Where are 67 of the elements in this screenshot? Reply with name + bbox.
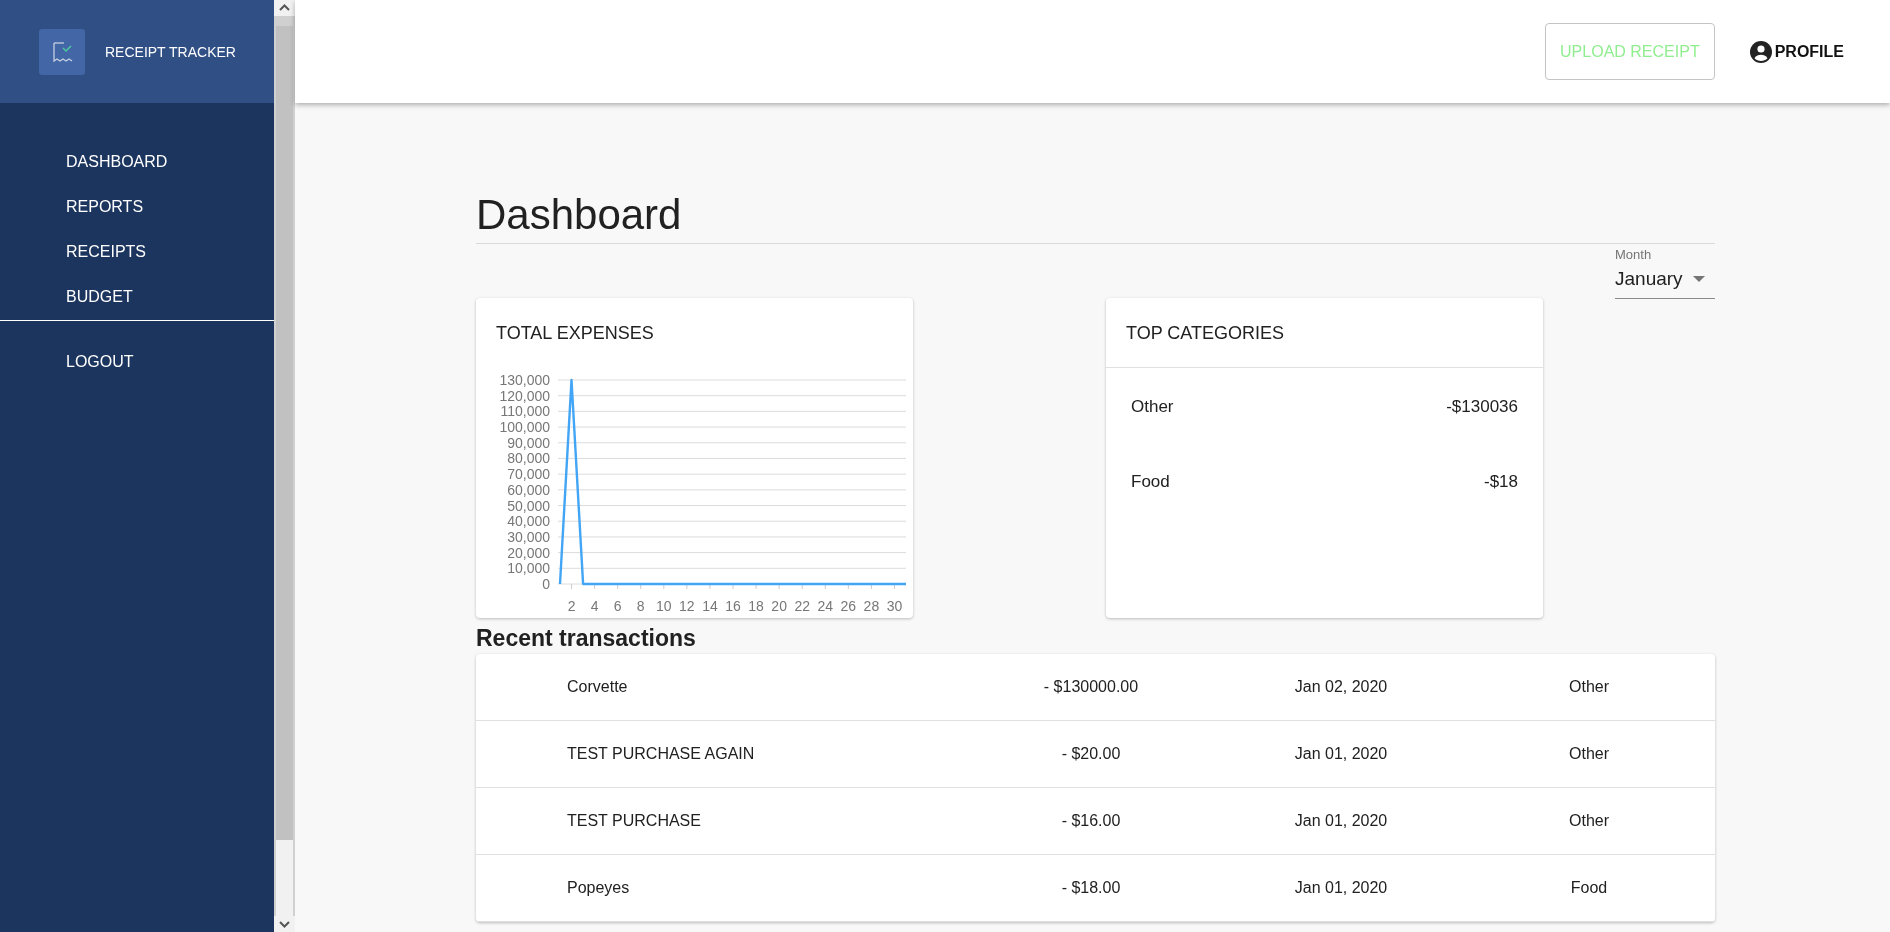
axis-label: 70,000 bbox=[507, 466, 550, 483]
axis-label: 18 bbox=[748, 598, 764, 614]
axis-label: 8 bbox=[636, 598, 645, 614]
axis-label: 12 bbox=[679, 598, 695, 614]
scrollbar[interactable] bbox=[274, 0, 295, 932]
axis-label: 40,000 bbox=[507, 513, 550, 530]
category-amount: -$130036 bbox=[1446, 396, 1518, 417]
axis-label: 50,000 bbox=[507, 497, 550, 514]
axis-label: 20,000 bbox=[507, 544, 550, 561]
nav-item[interactable]: BUDGET bbox=[0, 274, 199, 319]
table-cell-text: TEST PURCHASE bbox=[566, 812, 702, 830]
axis-label: 2 bbox=[567, 598, 576, 614]
axis-label: 10,000 bbox=[507, 560, 550, 577]
page-title: Dashboard bbox=[476, 191, 1715, 244]
table-cell-text: - $16.00 bbox=[1060, 812, 1122, 830]
axis-label: 10 bbox=[656, 598, 672, 614]
table-cell-text: Food bbox=[1569, 879, 1609, 897]
table-cell-text: Jan 01, 2020 bbox=[1293, 745, 1389, 763]
axis-label: 130,000 bbox=[499, 372, 550, 388]
card-title: TOTAL EXPENSES bbox=[495, 322, 655, 345]
axis-label: 6 bbox=[613, 598, 622, 614]
category-name: Other bbox=[1131, 396, 1174, 417]
table-cell-text: - $20.00 bbox=[1060, 745, 1122, 763]
axis-label: 28 bbox=[863, 598, 880, 614]
axis-label: 80,000 bbox=[507, 450, 550, 467]
profile-button[interactable]: PROFILE bbox=[1748, 39, 1844, 64]
logout-link[interactable]: LOGOUT bbox=[0, 339, 200, 384]
table-cell-text: - $130000.00 bbox=[1042, 678, 1140, 696]
nav-item[interactable]: REPORTS bbox=[0, 184, 210, 229]
axis-label: 26 bbox=[840, 598, 857, 614]
axis-label: 120,000 bbox=[499, 387, 550, 404]
axis-label: 110,000 bbox=[500, 403, 550, 420]
app-name: RECEIPT TRACKER bbox=[105, 43, 236, 60]
month-select[interactable]: Month January bbox=[1615, 247, 1715, 299]
section-title: Recent transactions bbox=[476, 624, 697, 652]
axis-label: 30 bbox=[886, 598, 903, 614]
axis-label: 16 bbox=[725, 598, 741, 614]
table-cell-text: Jan 01, 2020 bbox=[1293, 812, 1389, 830]
axis-label: 90,000 bbox=[507, 434, 550, 451]
table-cell-text: Jan 02, 2020 bbox=[1293, 678, 1389, 696]
axis-label: 14 bbox=[702, 598, 718, 614]
axis-label: 4 bbox=[590, 598, 599, 614]
table-cell-text: - $18.00 bbox=[1060, 879, 1122, 897]
dropdown-caret-icon bbox=[1693, 276, 1705, 282]
category-name: Food bbox=[1131, 471, 1170, 492]
table-cell-text: Jan 01, 2020 bbox=[1293, 879, 1389, 897]
scroll-up-icon[interactable] bbox=[274, 0, 295, 16]
table-cell-text: Other bbox=[1568, 745, 1610, 763]
table-cell-text: Popeyes bbox=[566, 879, 631, 897]
account-icon bbox=[1748, 39, 1773, 64]
axis-label: 24 bbox=[817, 598, 834, 614]
table-cell-text: Other bbox=[1568, 678, 1610, 696]
table-cell-text: TEST PURCHASE AGAIN bbox=[566, 745, 756, 763]
receipt-logo-icon bbox=[39, 28, 85, 75]
axis-label: 60,000 bbox=[507, 481, 550, 498]
table-cell-text: Corvette bbox=[566, 678, 629, 696]
category-amount: -$18 bbox=[1483, 471, 1518, 492]
scroll-down-icon[interactable] bbox=[274, 916, 295, 932]
nav-item[interactable]: RECEIPTS bbox=[0, 229, 212, 274]
axis-label: 22 bbox=[794, 598, 810, 614]
table-cell-text: Other bbox=[1568, 812, 1610, 830]
axis-label: 30,000 bbox=[507, 528, 550, 545]
axis-label: 0 bbox=[542, 576, 550, 592]
nav-item[interactable]: DASHBOARD bbox=[0, 139, 234, 184]
card-title: TOP CATEGORIES bbox=[1106, 298, 1543, 368]
axis-label: 20 bbox=[771, 598, 787, 614]
axis-label: 100,000 bbox=[499, 419, 550, 436]
